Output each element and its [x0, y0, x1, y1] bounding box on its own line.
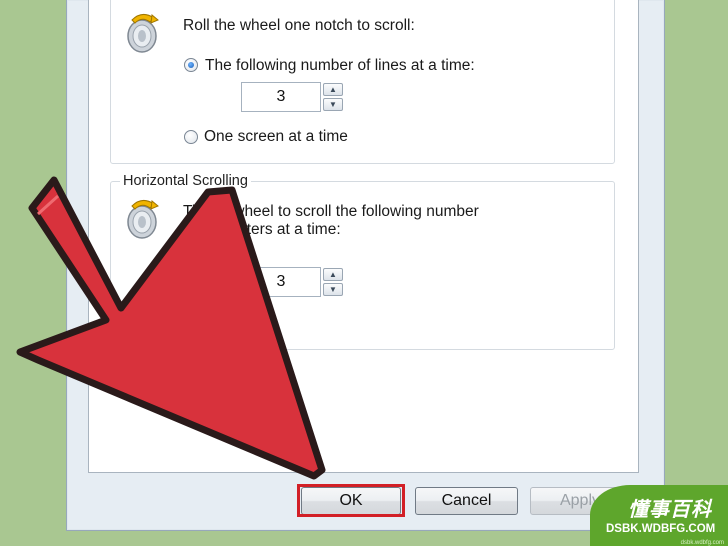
watermark-cn-text: 懂事百科 — [628, 499, 712, 521]
screen-option-label: One screen at a time — [204, 128, 348, 145]
horizontal-instruction-line2: of characters at a time: — [183, 221, 341, 238]
chars-up-button[interactable]: ▲ — [323, 268, 343, 281]
mouse-wheel-icon-horizontal — [127, 200, 159, 239]
lines-stepper: ▲ ▼ — [323, 83, 345, 113]
watermark-en-text: DSBK.WDBFG.COM — [606, 523, 716, 535]
lines-input[interactable]: 3 — [241, 82, 321, 112]
lines-up-button[interactable]: ▲ — [323, 83, 343, 96]
ok-highlight-box — [297, 484, 405, 517]
chars-down-button[interactable]: ▼ — [323, 283, 343, 296]
lines-option-label: The following number of lines at a time: — [205, 57, 475, 74]
lines-down-button[interactable]: ▼ — [323, 98, 343, 111]
horizontal-instruction-line1: Tilt the wheel to scroll the following n… — [183, 203, 479, 220]
lines-radio[interactable] — [184, 58, 198, 72]
vertical-instruction: Roll the wheel one notch to scroll: — [183, 17, 415, 34]
chars-input[interactable]: 3 — [241, 267, 321, 297]
watermark-badge: 懂事百科 DSBK.WDBFG.COM dsbk.wdbfg.com — [590, 485, 728, 546]
screen-radio[interactable] — [184, 130, 198, 144]
mouse-wheel-icon — [127, 14, 159, 53]
cancel-button[interactable]: Cancel — [415, 487, 518, 515]
chars-stepper: ▲ ▼ — [323, 268, 345, 298]
horizontal-group-title: Horizontal Scrolling — [120, 173, 251, 189]
watermark-small-text: dsbk.wdbfg.com — [680, 540, 724, 546]
